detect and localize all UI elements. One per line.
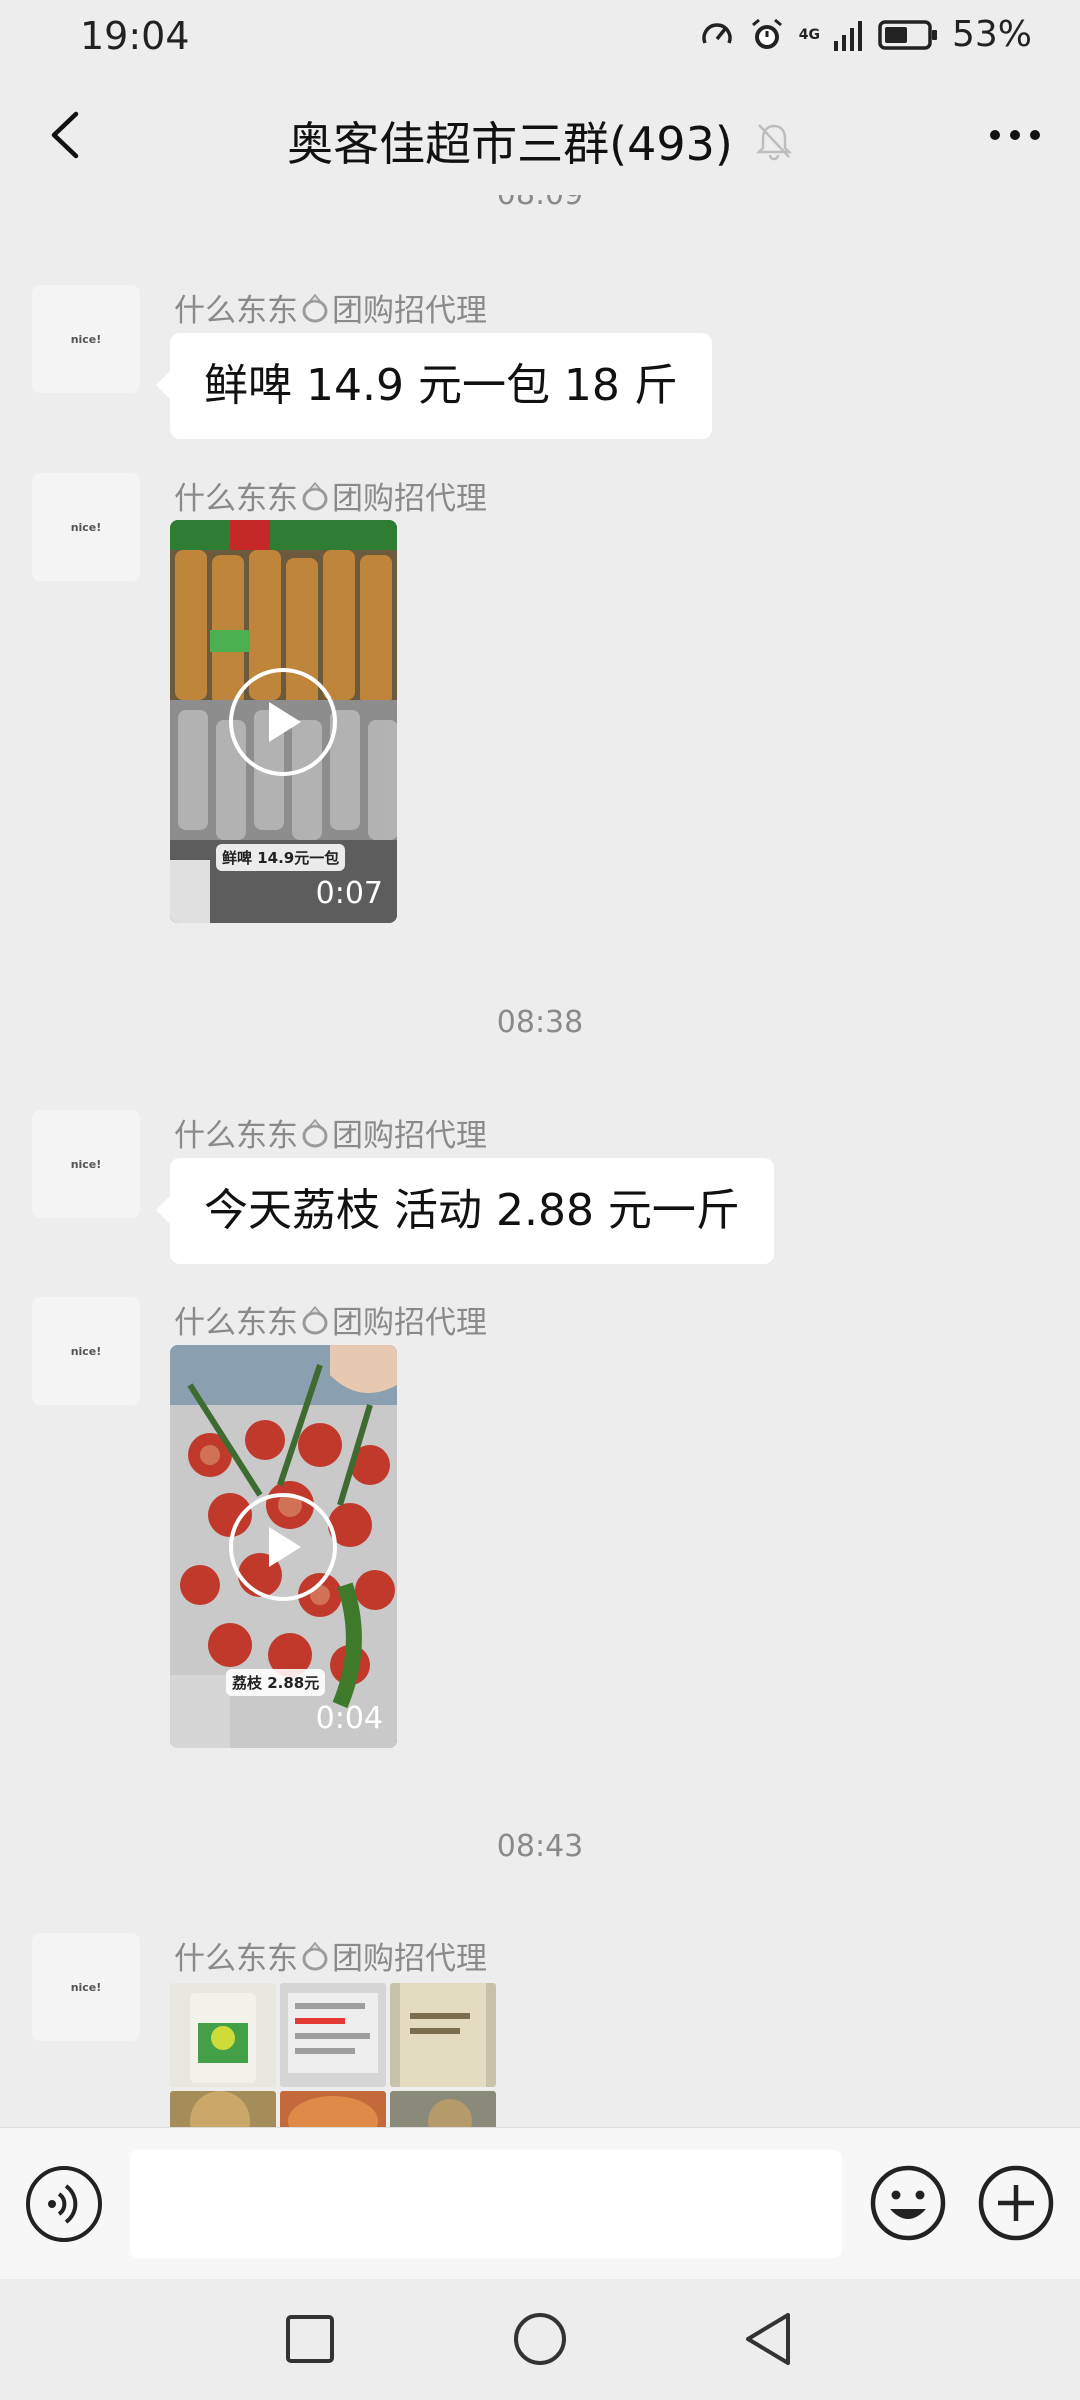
sender-name-suffix: 团购招代理 [332, 481, 487, 517]
voice-icon [48, 2184, 78, 2224]
sender-name: 什么东东 团购招代理 [174, 473, 487, 518]
ring-icon [302, 1305, 328, 1334]
image-thumbnail[interactable] [390, 2091, 496, 2127]
avatar-text: nice! [70, 1980, 102, 1994]
avatar-text: nice! [70, 332, 102, 346]
recent-apps-button[interactable] [280, 2309, 340, 2369]
more-button[interactable] [980, 100, 1050, 170]
circle-icon [514, 2313, 566, 2365]
sender-name: 什么东东 团购招代理 [174, 1297, 487, 1342]
ring-icon [302, 293, 328, 322]
plus-icon [978, 2165, 1054, 2241]
triangle-back-icon [746, 2313, 790, 2365]
mute-bell-icon [755, 124, 792, 161]
message-bubble[interactable]: 今天荔枝 活动 2.88 元一斤 [156, 1158, 774, 1264]
message-input[interactable] [130, 2150, 842, 2258]
avatar[interactable]: nice! [32, 473, 140, 581]
emoji-icon [870, 2165, 946, 2241]
system-nav-bar [0, 2279, 1080, 2400]
chat-header: 奥客佳超市三群(493) [0, 80, 1080, 195]
message-bubble[interactable]: 鲜啤 14.9 元一包 18 斤 [156, 333, 712, 439]
home-button[interactable] [510, 2309, 570, 2369]
avatar[interactable]: nice! [32, 1110, 140, 1218]
avatar[interactable]: nice! [32, 1933, 140, 2041]
status-bar: 19:04 4G 53% [0, 0, 1080, 75]
video-duration: 0:07 [315, 876, 383, 911]
image-grid-message[interactable] [170, 1983, 500, 2127]
voice-button[interactable] [26, 2166, 102, 2242]
ring-icon [302, 1941, 328, 1970]
plus-button[interactable] [976, 2163, 1056, 2243]
chat-message-list[interactable]: 08:09 nice! 什么东东 团购招代理 鲜啤 14.9 元一包 18 斤 … [0, 195, 1080, 2127]
video-caption: 鲜啤 14.9元一包 [216, 844, 346, 871]
sender-name-prefix: 什么东东 [174, 1305, 298, 1341]
sender-name-prefix: 什么东东 [174, 1941, 298, 1977]
avatar-text: nice! [70, 1157, 102, 1171]
avatar[interactable]: nice! [32, 285, 140, 393]
sender-name-prefix: 什么东东 [174, 481, 298, 517]
sender-name-suffix: 团购招代理 [332, 1941, 487, 1977]
image-thumbnail[interactable] [280, 2091, 386, 2127]
battery-percent: 53% [951, 14, 1032, 55]
sender-name: 什么东东 团购招代理 [174, 1933, 487, 1978]
timestamp: 08:38 [496, 1005, 584, 1040]
more-dots-icon [990, 130, 1040, 140]
play-icon [269, 1527, 301, 1567]
network-type: 4G [798, 26, 820, 43]
square-icon [286, 2315, 334, 2363]
video-duration: 0:04 [315, 1701, 383, 1736]
ring-icon [302, 1118, 328, 1147]
speed-icon [702, 22, 732, 44]
chat-title: 奥客佳超市三群(493) [287, 117, 733, 171]
sender-name-suffix: 团购招代理 [332, 1305, 487, 1341]
sender-name-suffix: 团购招代理 [332, 293, 487, 329]
status-icons: 4G 53% [699, 14, 1032, 55]
sender-name: 什么东东 团购招代理 [174, 285, 487, 330]
sender-name-prefix: 什么东东 [174, 1118, 298, 1154]
video-message-lychee[interactable]: 荔枝 2.88元 0:04 [170, 1345, 397, 1748]
timestamp: 08:09 [0, 195, 1080, 212]
battery-icon [878, 19, 937, 50]
emoji-button[interactable] [868, 2163, 948, 2243]
header-title-container: 奥客佳超市三群(493) [0, 108, 1080, 174]
input-bar [0, 2127, 1080, 2279]
avatar-text: nice! [70, 1344, 102, 1358]
timestamp: 08:43 [496, 1829, 584, 1864]
sender-name: 什么东东 团购招代理 [174, 1110, 487, 1155]
video-message-beer[interactable]: 鲜啤 14.9元一包 0:07 [170, 520, 397, 923]
image-thumbnail[interactable] [170, 1983, 276, 2087]
ring-icon [302, 481, 328, 510]
image-thumbnail[interactable] [170, 2091, 276, 2127]
avatar-text: nice! [70, 520, 102, 534]
image-thumbnail[interactable] [390, 1983, 496, 2087]
video-caption: 荔枝 2.88元 [226, 1669, 326, 1696]
play-button[interactable] [229, 668, 337, 776]
sender-name-prefix: 什么东东 [174, 293, 298, 329]
play-icon [269, 702, 301, 742]
sender-name-suffix: 团购招代理 [332, 1118, 487, 1154]
play-button[interactable] [229, 1493, 337, 1601]
status-time: 19:04 [80, 14, 190, 58]
system-back-button[interactable] [740, 2309, 800, 2369]
alarm-icon [751, 18, 782, 49]
image-thumbnail[interactable] [280, 1983, 386, 2087]
signal-icon [833, 20, 862, 51]
avatar[interactable]: nice! [32, 1297, 140, 1405]
